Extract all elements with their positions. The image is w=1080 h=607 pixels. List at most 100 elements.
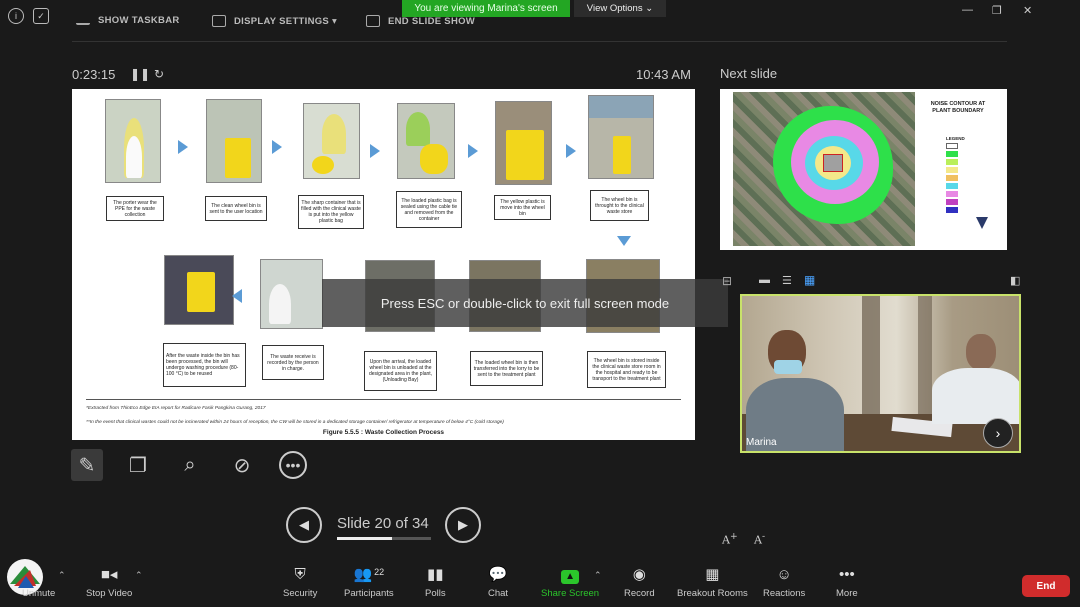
legend-title: LEGEND <box>946 136 965 141</box>
restore-icon[interactable]: ❐ <box>992 4 1002 17</box>
step-photo <box>206 99 262 183</box>
ellipsis-icon: ••• <box>838 566 855 583</box>
step-caption: The porter wear the PPE for the waste co… <box>106 196 164 221</box>
meeting-toolbar <box>0 560 1080 607</box>
collapse-video-icon[interactable]: ⊟ <box>722 274 732 288</box>
participants-button[interactable]: 👥 22 Participants <box>344 566 394 599</box>
display-settings-icon <box>212 15 226 27</box>
end-meeting-button[interactable]: End <box>1022 575 1070 597</box>
reactions-button[interactable]: ☺ Reactions <box>763 566 805 599</box>
footnote-divider <box>86 399 681 400</box>
more-button[interactable]: ••• More <box>836 566 858 599</box>
next-slide-thumbnail[interactable]: NOISE CONTOUR AT PLANT BOUNDARY LEGEND <box>720 89 1007 250</box>
unmute-button[interactable]: Unmute <box>16 566 55 599</box>
breakout-rooms-button[interactable]: ▦ Breakout Rooms <box>677 566 748 599</box>
face-mask <box>774 360 802 374</box>
security-button[interactable]: ⛨ Security <box>283 566 317 599</box>
step-caption: The loaded plastic bag is sealed using t… <box>396 191 462 228</box>
noise-contour-map <box>733 92 915 246</box>
flow-arrow-down <box>617 236 631 246</box>
grid-view-icon[interactable]: ▦ <box>804 273 815 287</box>
polls-button[interactable]: ▮▮ Polls <box>425 566 446 599</box>
black-screen-button[interactable]: ⊘ <box>226 449 258 481</box>
zoom-button[interactable]: ⌕ <box>174 449 206 481</box>
magnifier-icon: ⌕ <box>184 453 196 476</box>
step-caption: The wheel bin is stored inside the clini… <box>587 351 666 388</box>
video-layout-toolbar: ⊟ ▬ ☰ ▦ ◧ <box>720 272 1025 292</box>
decrease-font-icon[interactable]: A- <box>754 531 765 547</box>
end-slideshow-icon <box>366 15 380 27</box>
expand-video-icon[interactable]: ◧ <box>1010 274 1020 287</box>
video-options-caret[interactable]: ⌃ <box>135 570 143 581</box>
slides-grid-icon: ❐ <box>129 454 147 477</box>
record-button[interactable]: ◉ Record <box>624 566 655 599</box>
step-caption: Upon the arrival, the loaded wheel bin i… <box>364 351 437 391</box>
step-caption: The loaded wheel bin is then transferred… <box>470 351 543 386</box>
display-settings-button[interactable]: DISPLAY SETTINGS ▾ <box>212 15 337 27</box>
pen-tool-button[interactable]: ✎ <box>71 449 103 481</box>
strip-view-icon[interactable]: ☰ <box>782 274 792 287</box>
view-options-button[interactable]: View Options ⌄ <box>574 0 666 17</box>
step-caption: The waste receive is recorded by the per… <box>262 345 324 380</box>
close-icon[interactable]: ✕ <box>1023 4 1032 17</box>
company-logo-icon <box>976 217 988 229</box>
emoji-plus-icon: ☺ <box>776 566 792 583</box>
increase-font-icon[interactable]: A+ <box>722 531 738 547</box>
ellipsis-circle-icon: ••• <box>279 451 307 479</box>
polls-icon: ▮▮ <box>427 566 444 583</box>
slide-counter: Slide 20 of 34 <box>337 515 429 532</box>
elapsed-timer: 0:23:15 <box>72 67 116 82</box>
next-slide-title: NOISE CONTOUR AT PLANT BOUNDARY <box>930 101 986 114</box>
next-slide-label: Next slide <box>720 66 778 81</box>
participant-head <box>966 334 996 370</box>
current-time: 10:43 AM <box>636 67 691 82</box>
participants-icon: 👥 22 <box>353 566 385 583</box>
participants-count: 22 <box>374 567 385 577</box>
current-slide[interactable]: The porter wear the PPE for the waste co… <box>72 89 695 440</box>
flow-arrow-right <box>468 144 478 158</box>
next-participant-button[interactable]: › <box>983 418 1013 448</box>
slide-progress-bar <box>337 537 431 540</box>
slide-progress-fill <box>337 537 393 540</box>
share-screen-icon: ▲ <box>561 566 580 584</box>
play-left-icon: ◀ <box>299 517 309 532</box>
step-photo <box>303 103 360 179</box>
legend <box>946 143 990 215</box>
chat-button[interactable]: 💬 Chat <box>488 566 508 599</box>
step-photo <box>105 99 161 183</box>
chat-bubble-icon: 💬 <box>488 566 508 583</box>
previous-slide-button[interactable]: ◀ <box>286 507 322 543</box>
participant-video[interactable]: Marina › <box>740 294 1021 453</box>
participant-body <box>932 368 1019 424</box>
step-photo <box>495 101 552 185</box>
share-options-caret[interactable]: ⌃ <box>594 570 602 581</box>
screen-off-icon: ⊘ <box>233 454 251 477</box>
more-options-button[interactable]: ••• <box>277 449 309 481</box>
restart-timer-icon[interactable]: ↻ <box>154 67 164 81</box>
flow-arrow-right <box>566 144 576 158</box>
viewing-screen-banner: You are viewing Marina's screen <box>402 0 570 17</box>
flow-arrow-right <box>370 144 380 158</box>
flow-arrow-left <box>232 289 242 303</box>
share-screen-button[interactable]: ▲ Share Screen <box>541 566 599 599</box>
see-all-slides-button[interactable]: ❐ <box>122 449 154 481</box>
participant-name: Marina <box>746 437 777 448</box>
record-icon: ◉ <box>632 566 646 583</box>
step-caption: The sharp container that is filled with … <box>298 195 364 229</box>
next-slide-button[interactable]: ▶ <box>445 507 481 543</box>
stop-video-button[interactable]: ■◂ Stop Video <box>86 566 132 599</box>
audio-options-caret[interactable]: ⌃ <box>58 570 66 581</box>
step-photo <box>260 259 323 329</box>
minimize-icon[interactable]: — <box>962 4 973 16</box>
shield-icon[interactable]: ✓ <box>33 8 49 24</box>
minimize-video-icon[interactable]: ▬ <box>759 274 770 286</box>
figure-caption: Figure 5.5.5 : Waste Collection Process <box>322 429 445 436</box>
show-taskbar-button[interactable]: SHOW TASKBAR <box>76 15 180 26</box>
footnote-storage: **In the event that clinical wastes coul… <box>86 420 504 425</box>
breakout-rooms-icon: ▦ <box>705 566 720 583</box>
pause-icon[interactable]: ❚❚ <box>130 67 150 81</box>
video-camera-icon: ■◂ <box>100 566 118 583</box>
step-photo <box>164 255 234 325</box>
info-icon[interactable]: i <box>8 8 24 24</box>
pen-icon: ✎ <box>78 454 96 477</box>
